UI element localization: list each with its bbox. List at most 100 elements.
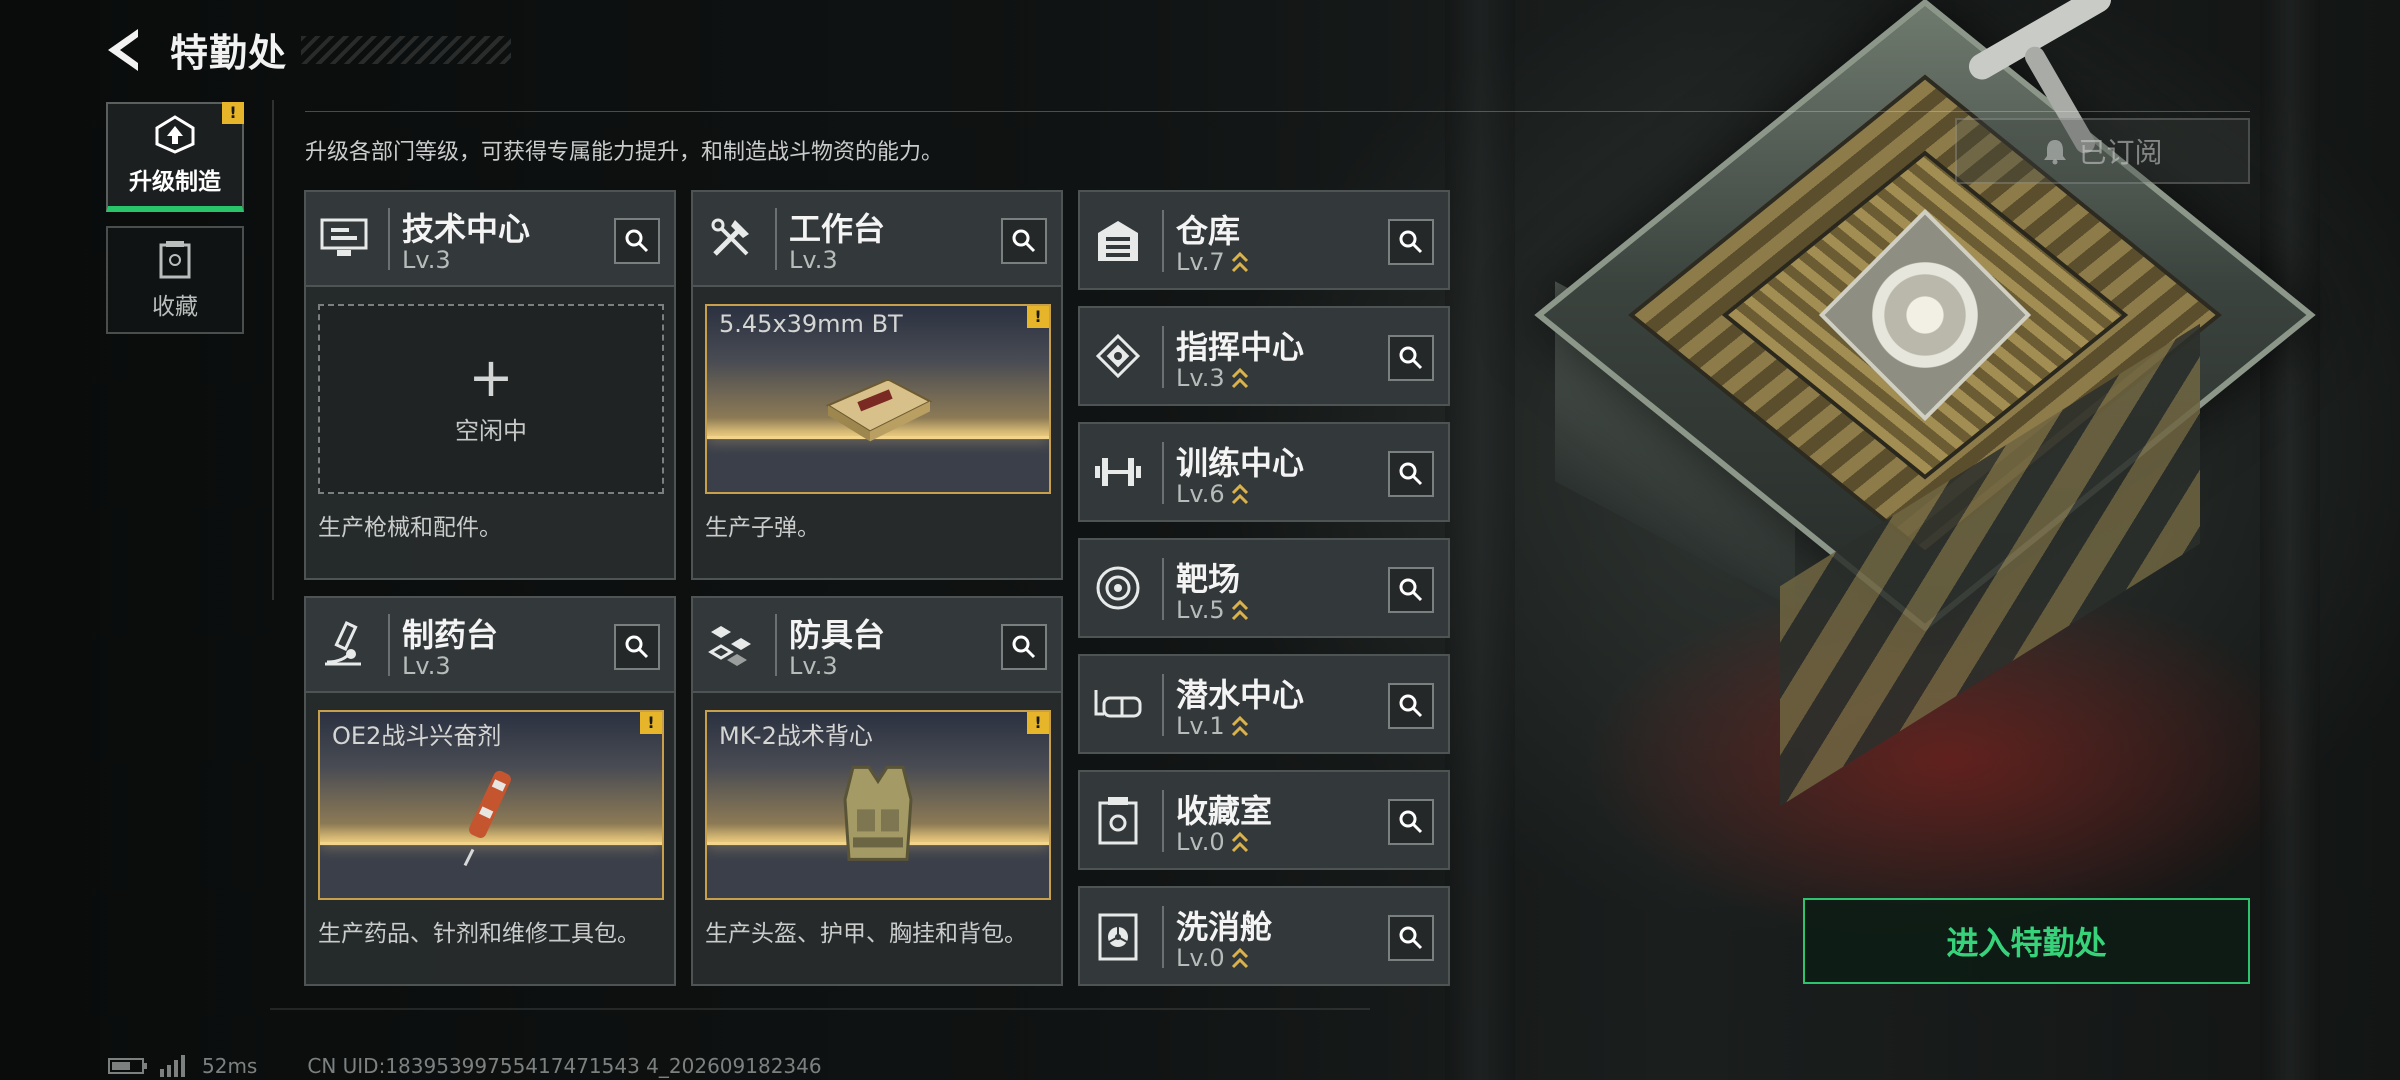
decontamination-icon	[1092, 910, 1144, 962]
card-divider	[1162, 674, 1164, 736]
facility-card-pharmacy[interactable]: 制药台 Lv.3 OE2战斗兴奋剂 ! 生产药品、针剂和维修工具包。	[304, 596, 676, 986]
inspect-button[interactable]	[1388, 567, 1434, 613]
search-icon	[1399, 578, 1423, 602]
target-icon	[1092, 562, 1144, 614]
production-item-name: OE2战斗兴奋剂	[332, 722, 502, 750]
nav-item-collection[interactable]: 收藏	[106, 226, 244, 334]
nav-divider	[272, 100, 274, 600]
facility-name: 防具台	[789, 616, 886, 654]
search-icon	[1399, 694, 1423, 718]
facility-level-row: Lv.1	[1176, 712, 1249, 740]
tactical-vest-icon	[833, 759, 923, 873]
collection-room-icon	[1092, 794, 1144, 846]
card-divider	[388, 208, 390, 270]
facility-level: Lv.0	[1176, 944, 1225, 972]
facility-level-row: Lv.7	[1176, 248, 1249, 276]
ping-value: 52ms	[202, 1054, 258, 1078]
warehouse-icon	[1092, 214, 1144, 266]
search-icon	[1399, 810, 1423, 834]
inspect-button[interactable]	[614, 218, 660, 264]
facility-card-workbench[interactable]: 工作台 Lv.3 5.45x39mm BT ! 生产子弹。	[691, 190, 1063, 580]
facility-card-warehouse[interactable]: 仓库 Lv.7	[1078, 190, 1450, 290]
production-slot-idle[interactable]: + 空闲中	[318, 304, 664, 494]
search-icon	[1012, 635, 1036, 659]
facility-card-collection-room[interactable]: 收藏室 Lv.0	[1078, 770, 1450, 870]
production-slot-active[interactable]: OE2战斗兴奋剂 !	[318, 710, 664, 900]
facility-card-armor-bench[interactable]: 防具台 Lv.3 MK-2战术背心 ! 生产头盔、护甲、胸挂和背包。	[691, 596, 1063, 986]
facility-card-command-center[interactable]: 指挥中心 Lv.3	[1078, 306, 1450, 406]
card-divider	[1162, 210, 1164, 272]
facility-level: Lv.6	[1176, 480, 1225, 508]
facility-card-tech-center[interactable]: 技术中心 Lv.3 + 空闲中 生产枪械和配件。	[304, 190, 676, 580]
facility-level: Lv.7	[1176, 248, 1225, 276]
card-divider	[1162, 558, 1164, 620]
search-icon	[1399, 926, 1423, 950]
facility-level-row: Lv.6	[1176, 480, 1249, 508]
enter-button-label: 进入特勤处	[1946, 924, 2107, 962]
facility-name: 潜水中心	[1176, 676, 1305, 714]
search-icon	[625, 635, 649, 659]
facility-name: 收藏室	[1176, 792, 1273, 830]
alert-badge: !	[1027, 306, 1049, 328]
facility-description: 生产药品、针剂和维修工具包。	[318, 921, 640, 947]
upgrade-available-icon	[1231, 947, 1248, 969]
search-icon	[625, 229, 649, 253]
facility-name: 技术中心	[402, 210, 531, 248]
production-slot-active[interactable]: MK-2战术背心 !	[705, 710, 1051, 900]
upgrade-icon	[155, 115, 195, 154]
subscribed-label: 已订阅	[2078, 136, 2163, 169]
page-title: 特勤处	[170, 31, 288, 75]
inspect-button[interactable]	[1388, 915, 1434, 961]
inspect-button[interactable]	[1001, 624, 1047, 670]
inspect-button[interactable]	[1388, 451, 1434, 497]
facility-card-shooting-range[interactable]: 靶场 Lv.5	[1078, 538, 1450, 638]
injector-icon	[451, 759, 531, 873]
facility-name: 洗消舱	[1176, 908, 1273, 946]
header-divider	[305, 111, 2250, 112]
status-footer: 52ms CN UID:18395399755417471543 4_20260…	[108, 1054, 822, 1078]
idle-status-text: 空闲中	[455, 416, 527, 445]
facility-level-row: Lv.0	[1176, 944, 1249, 972]
facility-card-training-center[interactable]: 训练中心 Lv.6	[1078, 422, 1450, 522]
plus-icon: +	[468, 345, 514, 409]
back-button[interactable]	[100, 25, 150, 75]
facility-level: Lv.3	[402, 246, 451, 274]
facility-name: 靶场	[1176, 560, 1241, 598]
title-stripe-decoration	[301, 35, 512, 64]
facility-level: Lv.3	[1176, 364, 1225, 392]
facility-name: 仓库	[1176, 212, 1241, 250]
facility-level: Lv.3	[789, 652, 838, 680]
search-icon	[1399, 462, 1423, 486]
inspect-button[interactable]	[1388, 219, 1434, 265]
inspect-button[interactable]	[1388, 683, 1434, 729]
upgrade-available-icon	[1231, 251, 1248, 273]
upgrade-available-icon	[1231, 483, 1248, 505]
enter-special-ops-button[interactable]: 进入特勤处	[1803, 898, 2250, 984]
alert-badge: !	[222, 102, 244, 124]
card-divider	[775, 614, 777, 676]
search-icon	[1399, 230, 1423, 254]
nav-item-upgrade[interactable]: 升级制造 !	[106, 102, 244, 212]
facility-description: 生产子弹。	[705, 515, 820, 541]
production-item-name: 5.45x39mm BT	[719, 310, 903, 338]
facility-card-diving-center[interactable]: 潜水中心 Lv.1	[1078, 654, 1450, 754]
inspect-button[interactable]	[1388, 335, 1434, 381]
production-item-name: MK-2战术背心	[719, 722, 873, 750]
inspect-button[interactable]	[1001, 218, 1047, 264]
facility-card-decontamination[interactable]: 洗消舱 Lv.0	[1078, 886, 1450, 986]
collection-icon	[159, 241, 191, 279]
production-slot-active[interactable]: 5.45x39mm BT !	[705, 304, 1051, 494]
facility-level: Lv.1	[1176, 712, 1225, 740]
card-divider	[1162, 442, 1164, 504]
inspect-button[interactable]	[614, 624, 660, 670]
card-divider	[775, 208, 777, 270]
subscribed-button[interactable]: 已订阅	[1955, 118, 2250, 184]
inspect-button[interactable]	[1388, 799, 1434, 845]
facility-description: 生产枪械和配件。	[318, 515, 502, 541]
nav-label-upgrade: 升级制造	[129, 169, 221, 195]
user-id: CN UID:18395399755417471543 4_2026091823…	[307, 1054, 822, 1078]
upgrade-available-icon	[1231, 367, 1248, 389]
upgrade-available-icon	[1231, 831, 1248, 853]
facility-level-row: Lv.0	[1176, 828, 1249, 856]
upgrade-available-icon	[1231, 599, 1248, 621]
